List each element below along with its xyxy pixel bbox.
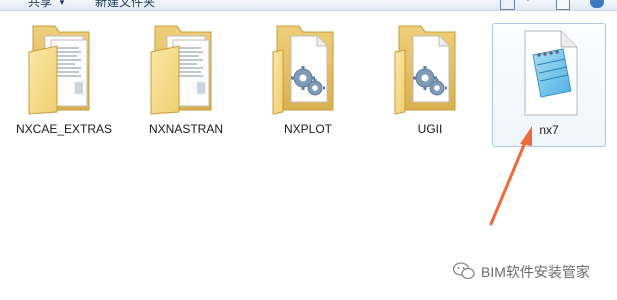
watermark-text: BIM软件安装管家 — [481, 264, 590, 280]
annotation-arrow — [489, 126, 532, 226]
watermark: BIM软件安装管家 — [453, 262, 590, 282]
wechat-icon — [453, 262, 475, 280]
